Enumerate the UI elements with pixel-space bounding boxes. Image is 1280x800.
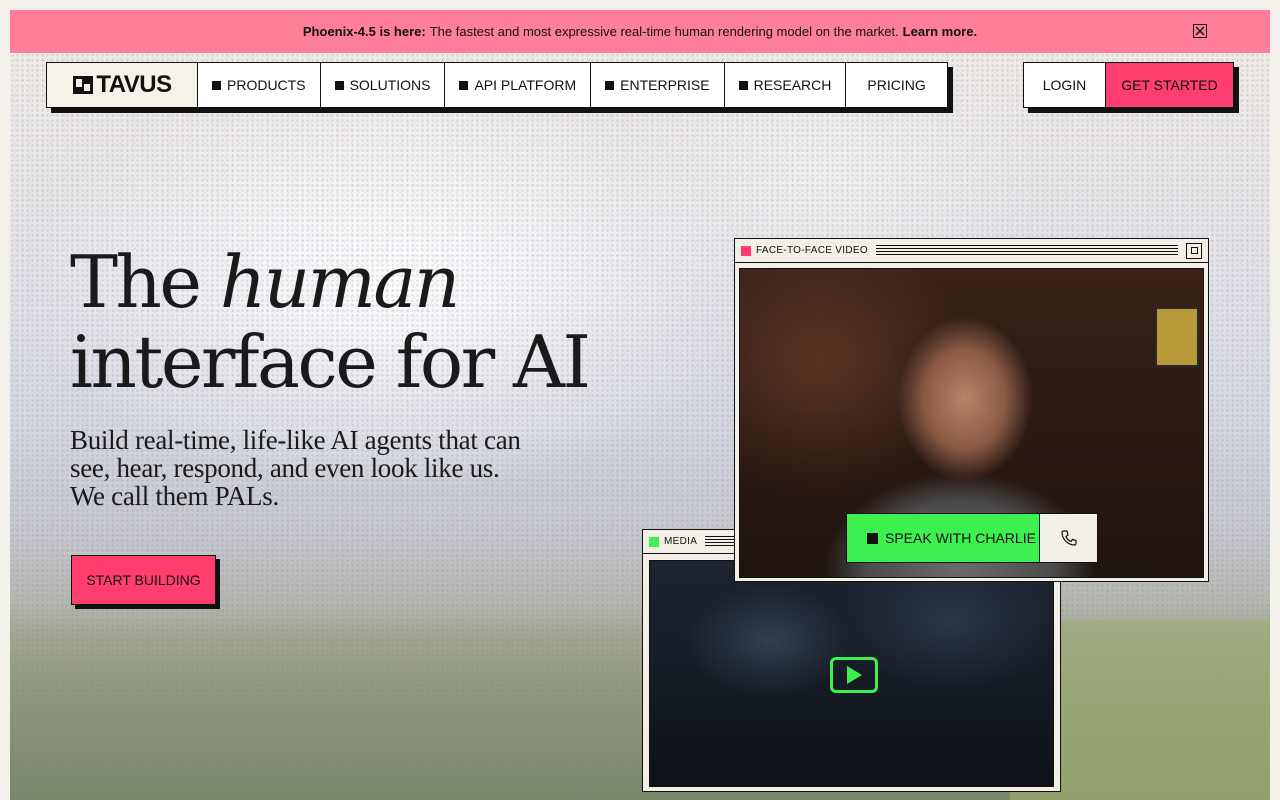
square-bullet-icon — [459, 80, 469, 90]
nav-item-pricing[interactable]: PRICING — [846, 63, 946, 107]
square-bullet-icon — [738, 80, 748, 90]
nav-item-research[interactable]: RESEARCH — [725, 63, 847, 107]
nav-item-enterprise[interactable]: ENTERPRISE — [591, 63, 725, 107]
logo-icon — [73, 76, 94, 94]
nav-item-label: ENTERPRISE — [620, 77, 710, 93]
status-dot-icon — [741, 245, 751, 256]
main-nav: TAVUS PRODUCTS SOLUTIONS API PLATFORM EN… — [46, 62, 948, 108]
close-icon[interactable] — [1193, 24, 1207, 38]
nav-item-api-platform[interactable]: API PLATFORM — [445, 63, 592, 107]
video-window-titlebar: FACE-TO-FACE VIDEO — [735, 239, 1208, 263]
headline-emphasis: human — [219, 240, 460, 324]
tavus-logo[interactable]: TAVUS — [47, 63, 198, 107]
banner-learn-more-link[interactable]: Learn more. — [903, 24, 977, 39]
media-window-title: MEDIA — [664, 536, 698, 547]
square-bullet-icon — [867, 532, 878, 544]
maximize-icon[interactable] — [1186, 242, 1202, 259]
nav-item-label: PRICING — [867, 77, 926, 93]
banner-lead: Phoenix-4.5 is here: — [302, 24, 426, 39]
speak-label: SPEAK WITH CHARLIE — [885, 530, 1036, 546]
nav-item-label: PRODUCTS — [227, 77, 306, 93]
headline-line-2: interface for AI — [70, 320, 591, 404]
speak-with-charlie-button[interactable]: SPEAK WITH CHARLIE — [847, 514, 1039, 562]
hero-subhead: Build real-time, life-like AI agents tha… — [70, 425, 521, 511]
square-bullet-icon — [334, 80, 344, 90]
get-started-button[interactable]: GET STARTED — [1106, 63, 1233, 107]
auth-buttons: LOGIN GET STARTED — [1023, 62, 1234, 108]
video-window-title: FACE-TO-FACE VIDEO — [756, 245, 868, 256]
nav-item-solutions[interactable]: SOLUTIONS — [321, 63, 446, 107]
nav-item-products[interactable]: PRODUCTS — [198, 63, 321, 107]
nav-item-label: RESEARCH — [753, 77, 832, 93]
media-video-thumbnail[interactable] — [649, 560, 1054, 787]
wall-poster — [1155, 307, 1199, 367]
nav-item-label: SOLUTIONS — [349, 77, 431, 93]
announcement-banner: Phoenix-4.5 is here: The fastest and mos… — [10, 10, 1270, 53]
phone-icon[interactable] — [1039, 514, 1097, 562]
login-button[interactable]: LOGIN — [1024, 63, 1106, 107]
square-bullet-icon — [212, 80, 221, 90]
hero-headline: The human interface for AI — [70, 240, 591, 404]
banner-message: The fastest and most expressive real-tim… — [429, 24, 899, 39]
status-dot-icon — [649, 536, 659, 547]
play-icon[interactable] — [830, 657, 878, 693]
nav-item-label: API PLATFORM — [474, 77, 577, 93]
speak-with-charlie-control: SPEAK WITH CHARLIE — [846, 513, 1098, 563]
square-bullet-icon — [605, 80, 615, 90]
start-building-button[interactable]: START BUILDING — [71, 555, 216, 605]
logo-text: TAVUS — [96, 71, 172, 98]
headline-word: The — [70, 240, 202, 324]
